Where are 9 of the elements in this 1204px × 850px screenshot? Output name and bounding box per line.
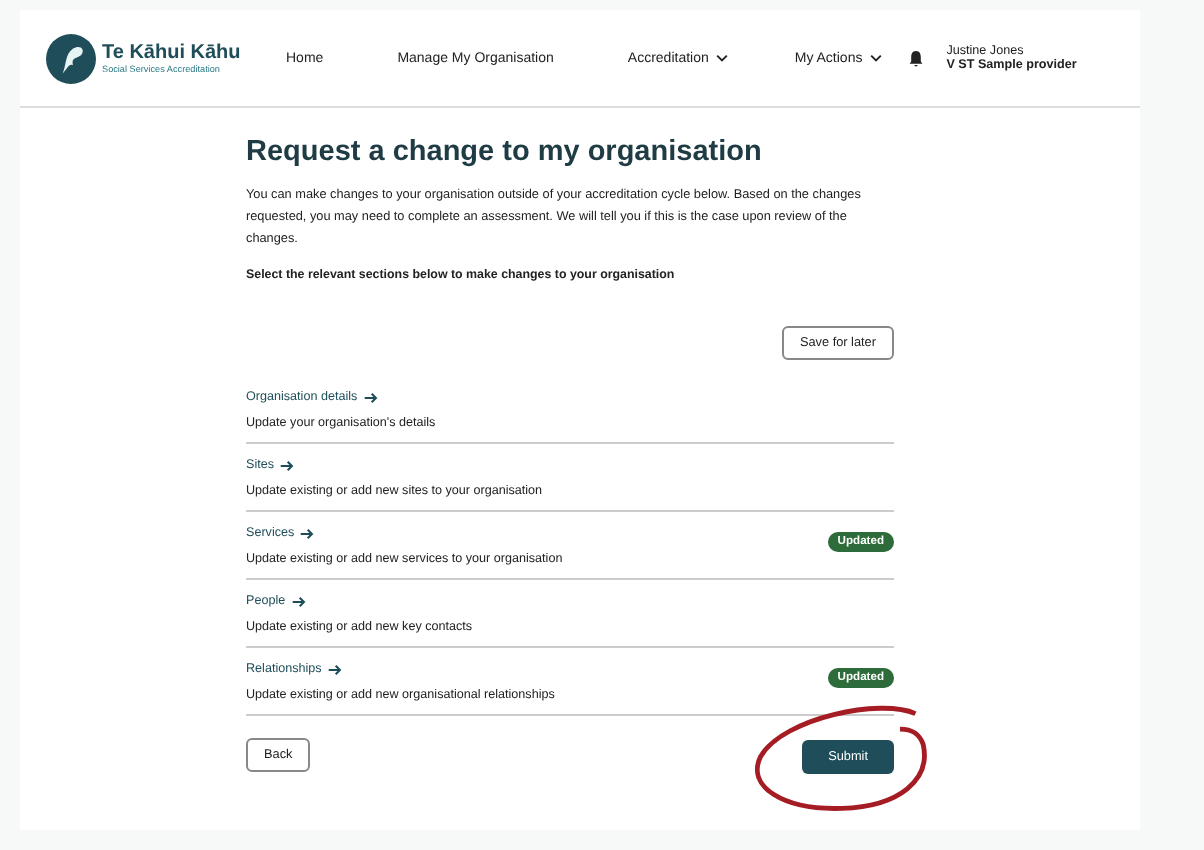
arrow-right-icon: [363, 391, 378, 403]
arrow-right-icon: [300, 527, 315, 539]
logo-name: Te Kāhui Kāhu: [102, 42, 241, 64]
page-title: Request a change to my organisation: [246, 136, 764, 168]
arrow-right-icon: [327, 663, 342, 675]
arrow-right-icon: [280, 459, 294, 471]
logo-icon: [46, 33, 96, 83]
arrow-right-icon: [291, 595, 306, 607]
notification-bell-icon[interactable]: [908, 49, 925, 67]
